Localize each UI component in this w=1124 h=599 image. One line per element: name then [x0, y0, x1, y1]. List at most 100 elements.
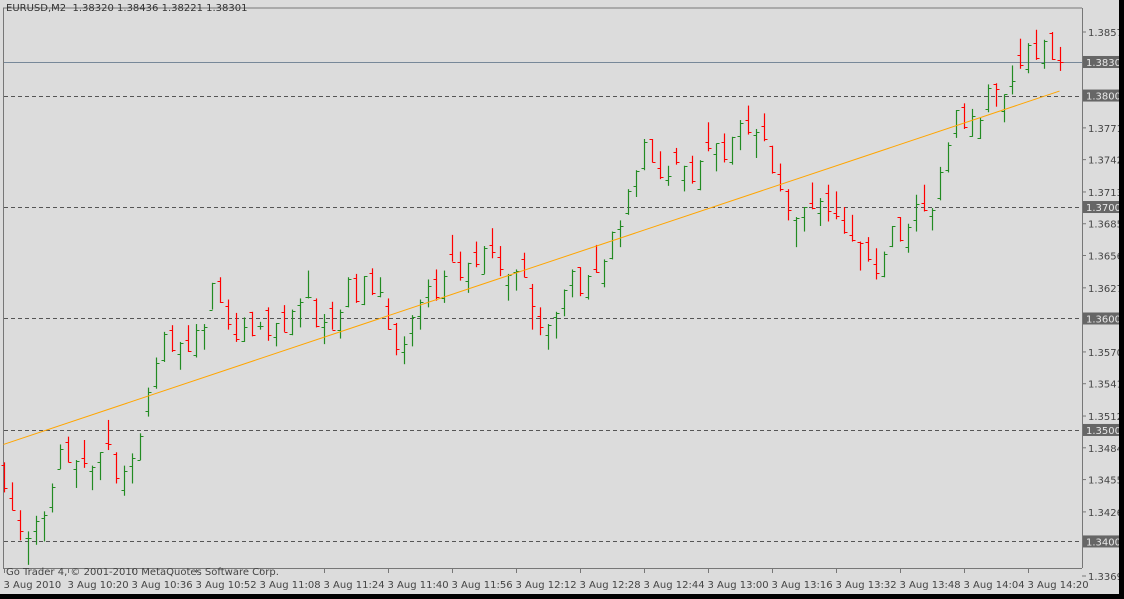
price-bar — [769, 145, 776, 174]
price-bar — [681, 165, 688, 192]
price-bar — [801, 207, 808, 232]
price-bar — [113, 452, 120, 484]
price-bar — [577, 267, 584, 297]
price-bar — [841, 207, 848, 234]
price-bar — [713, 143, 720, 172]
price-bar — [993, 83, 1000, 107]
time-label: 3 Aug 13:48 — [900, 580, 961, 591]
copyright-text: Go Trader 4, © 2001-2010 MetaQuotes Soft… — [6, 567, 279, 578]
ohlc-open: 1.38320 — [72, 3, 114, 14]
price-bar — [745, 105, 752, 135]
time-label: 3 Aug 10:36 — [132, 580, 193, 591]
price-bar — [313, 298, 320, 328]
price-bar — [49, 483, 56, 513]
trendline[interactable] — [3, 90, 1060, 445]
price-bar — [217, 277, 224, 303]
chart-window[interactable]: 1.385701.377101.374251.371351.368501.365… — [0, 0, 1124, 599]
price-bar — [1041, 39, 1048, 69]
price-bar — [73, 460, 80, 488]
price-axis: 1.385701.377101.374251.371351.368501.365… — [1082, 28, 1124, 583]
price-bar — [737, 120, 744, 151]
price-bar — [497, 246, 504, 277]
price-bar — [289, 309, 296, 336]
time-label: 3 Aug 2010 — [4, 580, 62, 591]
price-bar — [881, 251, 888, 278]
price-bar — [297, 298, 304, 328]
price-bar — [553, 311, 560, 339]
time-label: 3 Aug 11:40 — [388, 580, 449, 591]
price-bar — [657, 151, 664, 180]
price-bar — [409, 315, 416, 347]
price-bar — [953, 110, 960, 138]
price-bar — [1025, 43, 1032, 74]
price-bar — [433, 269, 440, 301]
price-bar — [785, 189, 792, 221]
price-bar — [673, 147, 680, 165]
time-label: 3 Aug 14:20 — [1028, 580, 1089, 591]
price-bar — [665, 165, 672, 186]
price-bar — [153, 357, 160, 389]
price-bar — [961, 103, 968, 129]
price-bar — [41, 511, 48, 542]
price-bar — [345, 277, 352, 308]
price-bar — [121, 465, 128, 496]
price-bar — [361, 276, 368, 306]
price-bar — [825, 184, 832, 222]
price-bar — [249, 311, 256, 337]
chart-header: EURUSD,M2 1.38320 1.38436 1.38221 1.3830… — [6, 3, 247, 14]
price-bar — [241, 317, 248, 342]
price-bar — [329, 301, 336, 331]
right-border — [1119, 0, 1124, 599]
ohlc-close: 1.38301 — [206, 3, 248, 14]
price-bar — [817, 198, 824, 226]
price-bar — [889, 225, 896, 248]
time-label: 3 Aug 12:12 — [516, 580, 577, 591]
price-bar — [1017, 38, 1024, 69]
price-bar — [833, 191, 840, 220]
price-bar — [609, 231, 616, 260]
trendline-layer[interactable] — [3, 90, 1060, 445]
price-bar — [481, 246, 488, 275]
price-chart[interactable]: 1.385701.377101.374251.371351.368501.365… — [0, 0, 1124, 599]
price-bar — [897, 217, 904, 242]
price-bar — [89, 465, 96, 491]
price-bar — [401, 336, 408, 365]
chart-frame — [3, 7, 1083, 569]
price-bar — [633, 170, 640, 197]
price-bar — [929, 208, 936, 231]
price-bar — [57, 444, 64, 470]
price-bar — [65, 436, 72, 463]
price-bar — [601, 259, 608, 288]
price-bar — [865, 237, 872, 262]
price-bar — [1049, 32, 1056, 60]
price-bar — [1033, 29, 1040, 60]
price-bar — [185, 325, 192, 352]
price-bar — [753, 128, 760, 158]
time-label: 3 Aug 13:16 — [772, 580, 833, 591]
time-label: 3 Aug 11:08 — [260, 580, 321, 591]
price-bar — [721, 133, 728, 163]
price-bar — [1, 462, 8, 493]
symbol-timeframe: EURUSD,M2 — [6, 3, 67, 14]
price-bar — [25, 531, 32, 565]
price-bar — [569, 269, 576, 298]
time-label: 3 Aug 12:44 — [644, 580, 705, 591]
price-bar — [489, 228, 496, 259]
price-bar — [457, 251, 464, 281]
price-bar — [97, 452, 104, 481]
price-bar — [105, 419, 112, 451]
price-bar — [1009, 65, 1016, 95]
price-bar — [137, 433, 144, 461]
price-bar — [529, 283, 536, 330]
price-bar — [1057, 46, 1064, 71]
price-bar — [369, 268, 376, 296]
price-bar — [521, 252, 528, 278]
price-bar — [505, 273, 512, 301]
price-bar — [337, 309, 344, 339]
price-bar — [985, 84, 992, 113]
time-label: 3 Aug 12:28 — [580, 580, 641, 591]
price-bar — [593, 244, 600, 273]
price-bar — [761, 113, 768, 142]
price-bar — [969, 108, 976, 137]
price-bar — [729, 136, 736, 165]
